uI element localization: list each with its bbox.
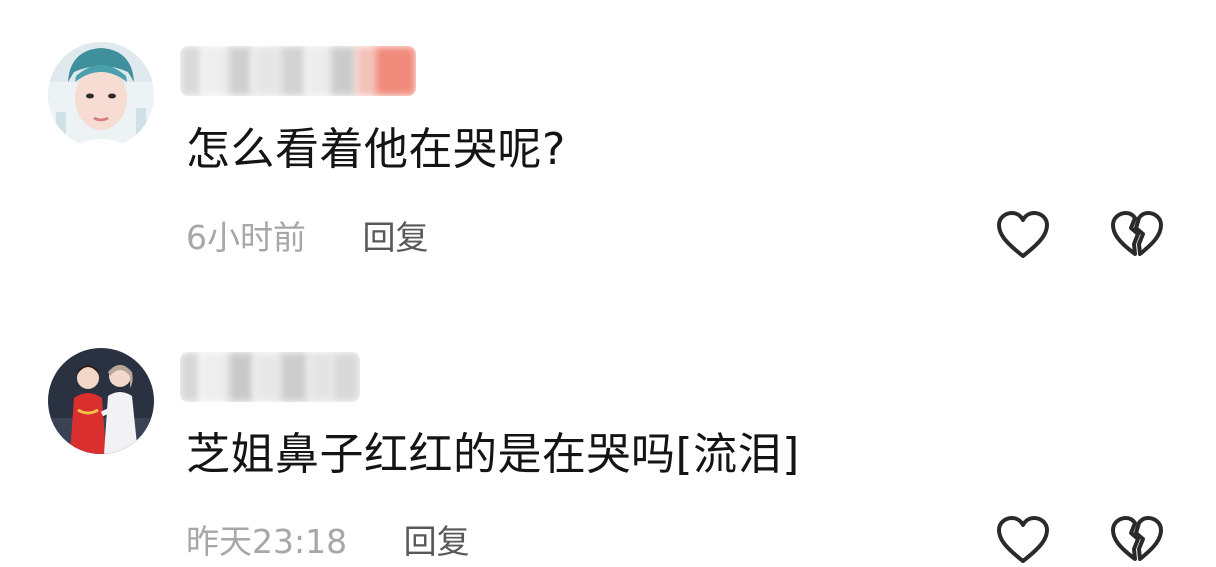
blur-segment: [200, 352, 228, 402]
comment-meta: 6小时前 回复: [186, 218, 429, 258]
blur-segment: [180, 46, 202, 96]
dislike-button[interactable]: [1109, 515, 1165, 567]
blur-segment: [356, 46, 374, 96]
blur-segment: [280, 352, 308, 402]
comment-meta: 昨天23:18 回复: [186, 522, 470, 562]
broken-heart-icon: [1111, 211, 1163, 256]
username-blurred[interactable]: [180, 352, 360, 402]
like-button[interactable]: [995, 515, 1051, 567]
comment-text: 怎么看着他在哭呢?: [186, 124, 566, 175]
blur-segment: [254, 352, 280, 402]
reply-button[interactable]: 回复: [404, 522, 470, 562]
avatar[interactable]: [48, 348, 154, 454]
broken-heart-icon: [1111, 516, 1163, 561]
reply-button[interactable]: 回复: [363, 218, 429, 258]
heart-outline-icon: [997, 516, 1049, 563]
avatar[interactable]: [48, 42, 154, 148]
blur-segment: [228, 352, 254, 402]
blur-segment: [306, 46, 330, 96]
blur-segment: [252, 46, 280, 96]
blur-segment: [202, 46, 228, 96]
like-button[interactable]: [995, 210, 1051, 262]
avatar-two-women-icon: [48, 348, 154, 454]
blur-segment: [308, 352, 332, 402]
heart-outline-icon: [997, 211, 1049, 258]
username-blurred[interactable]: [180, 46, 416, 96]
blur-segment: [180, 352, 200, 402]
blur-segment: [332, 352, 360, 402]
comment-time: 6小时前: [186, 218, 306, 257]
blur-segment: [280, 46, 306, 96]
comment-text: 芝姐鼻子红红的是在哭吗[流泪]: [186, 429, 800, 480]
blur-segment: [374, 46, 416, 96]
avatar-portrait-icon: [48, 42, 154, 148]
blur-segment: [228, 46, 252, 96]
comment-time: 昨天23:18: [186, 522, 348, 561]
dislike-button[interactable]: [1109, 210, 1165, 262]
blur-segment: [330, 46, 356, 96]
